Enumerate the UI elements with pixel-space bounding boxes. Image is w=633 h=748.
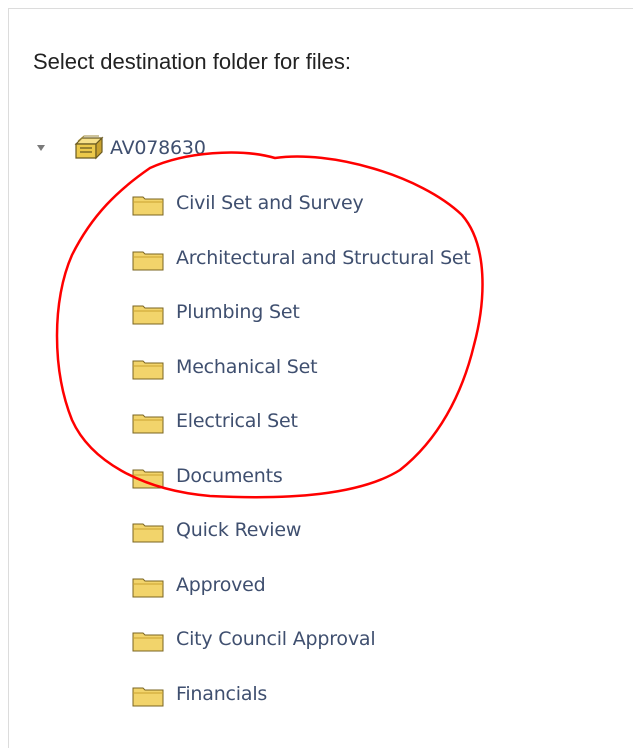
folder-item-civil-set-and-survey[interactable]: Civil Set and Survey bbox=[132, 192, 471, 247]
folder-label: Architectural and Structural Set bbox=[176, 246, 471, 269]
folder-label: City Council Approval bbox=[176, 628, 376, 650]
folder-icon bbox=[132, 687, 164, 706]
folder-icon bbox=[132, 523, 164, 543]
folder-label: Civil Set and Survey bbox=[176, 192, 364, 214]
folder-icon bbox=[132, 578, 164, 597]
tree-root-node[interactable]: AV078630 bbox=[36, 133, 206, 163]
dialog-heading: Select destination folder for files: bbox=[33, 49, 351, 74]
folder-label: Mechanical Set bbox=[176, 355, 318, 378]
folder-icon bbox=[132, 414, 164, 434]
folder-label: Documents bbox=[176, 464, 283, 487]
folder-item-architectural-and-structural-set[interactable]: Architectural and Structural Set bbox=[132, 247, 471, 302]
folder-list: Civil Set and Survey Architectural and S… bbox=[132, 192, 471, 737]
folder-item-plumbing-set[interactable]: Plumbing Set bbox=[132, 301, 471, 356]
folder-icon bbox=[132, 251, 164, 270]
folder-label: Approved bbox=[176, 573, 266, 596]
folder-item-quick-review[interactable]: Quick Review bbox=[132, 519, 471, 574]
folder-label: Plumbing Set bbox=[176, 301, 300, 323]
folder-item-documents[interactable]: Documents bbox=[132, 465, 471, 520]
folder-icon bbox=[132, 632, 164, 652]
folder-item-mechanical-set[interactable]: Mechanical Set bbox=[132, 356, 471, 411]
drawer-folder-icon bbox=[74, 135, 104, 160]
expand-arrow-icon[interactable] bbox=[36, 143, 46, 153]
folder-icon bbox=[132, 360, 164, 379]
folder-item-financials[interactable]: Financials bbox=[132, 683, 471, 738]
folder-icon bbox=[132, 305, 164, 325]
folder-label: Electrical Set bbox=[176, 410, 298, 432]
folder-icon bbox=[132, 196, 164, 216]
folder-item-electrical-set[interactable]: Electrical Set bbox=[132, 410, 471, 465]
folder-label: Quick Review bbox=[176, 519, 302, 541]
folder-item-city-council-approval[interactable]: City Council Approval bbox=[132, 628, 471, 683]
folder-label: Financials bbox=[176, 682, 268, 705]
folder-item-approved[interactable]: Approved bbox=[132, 574, 471, 629]
folder-icon bbox=[132, 469, 164, 488]
tree-root-label: AV078630 bbox=[110, 137, 206, 159]
